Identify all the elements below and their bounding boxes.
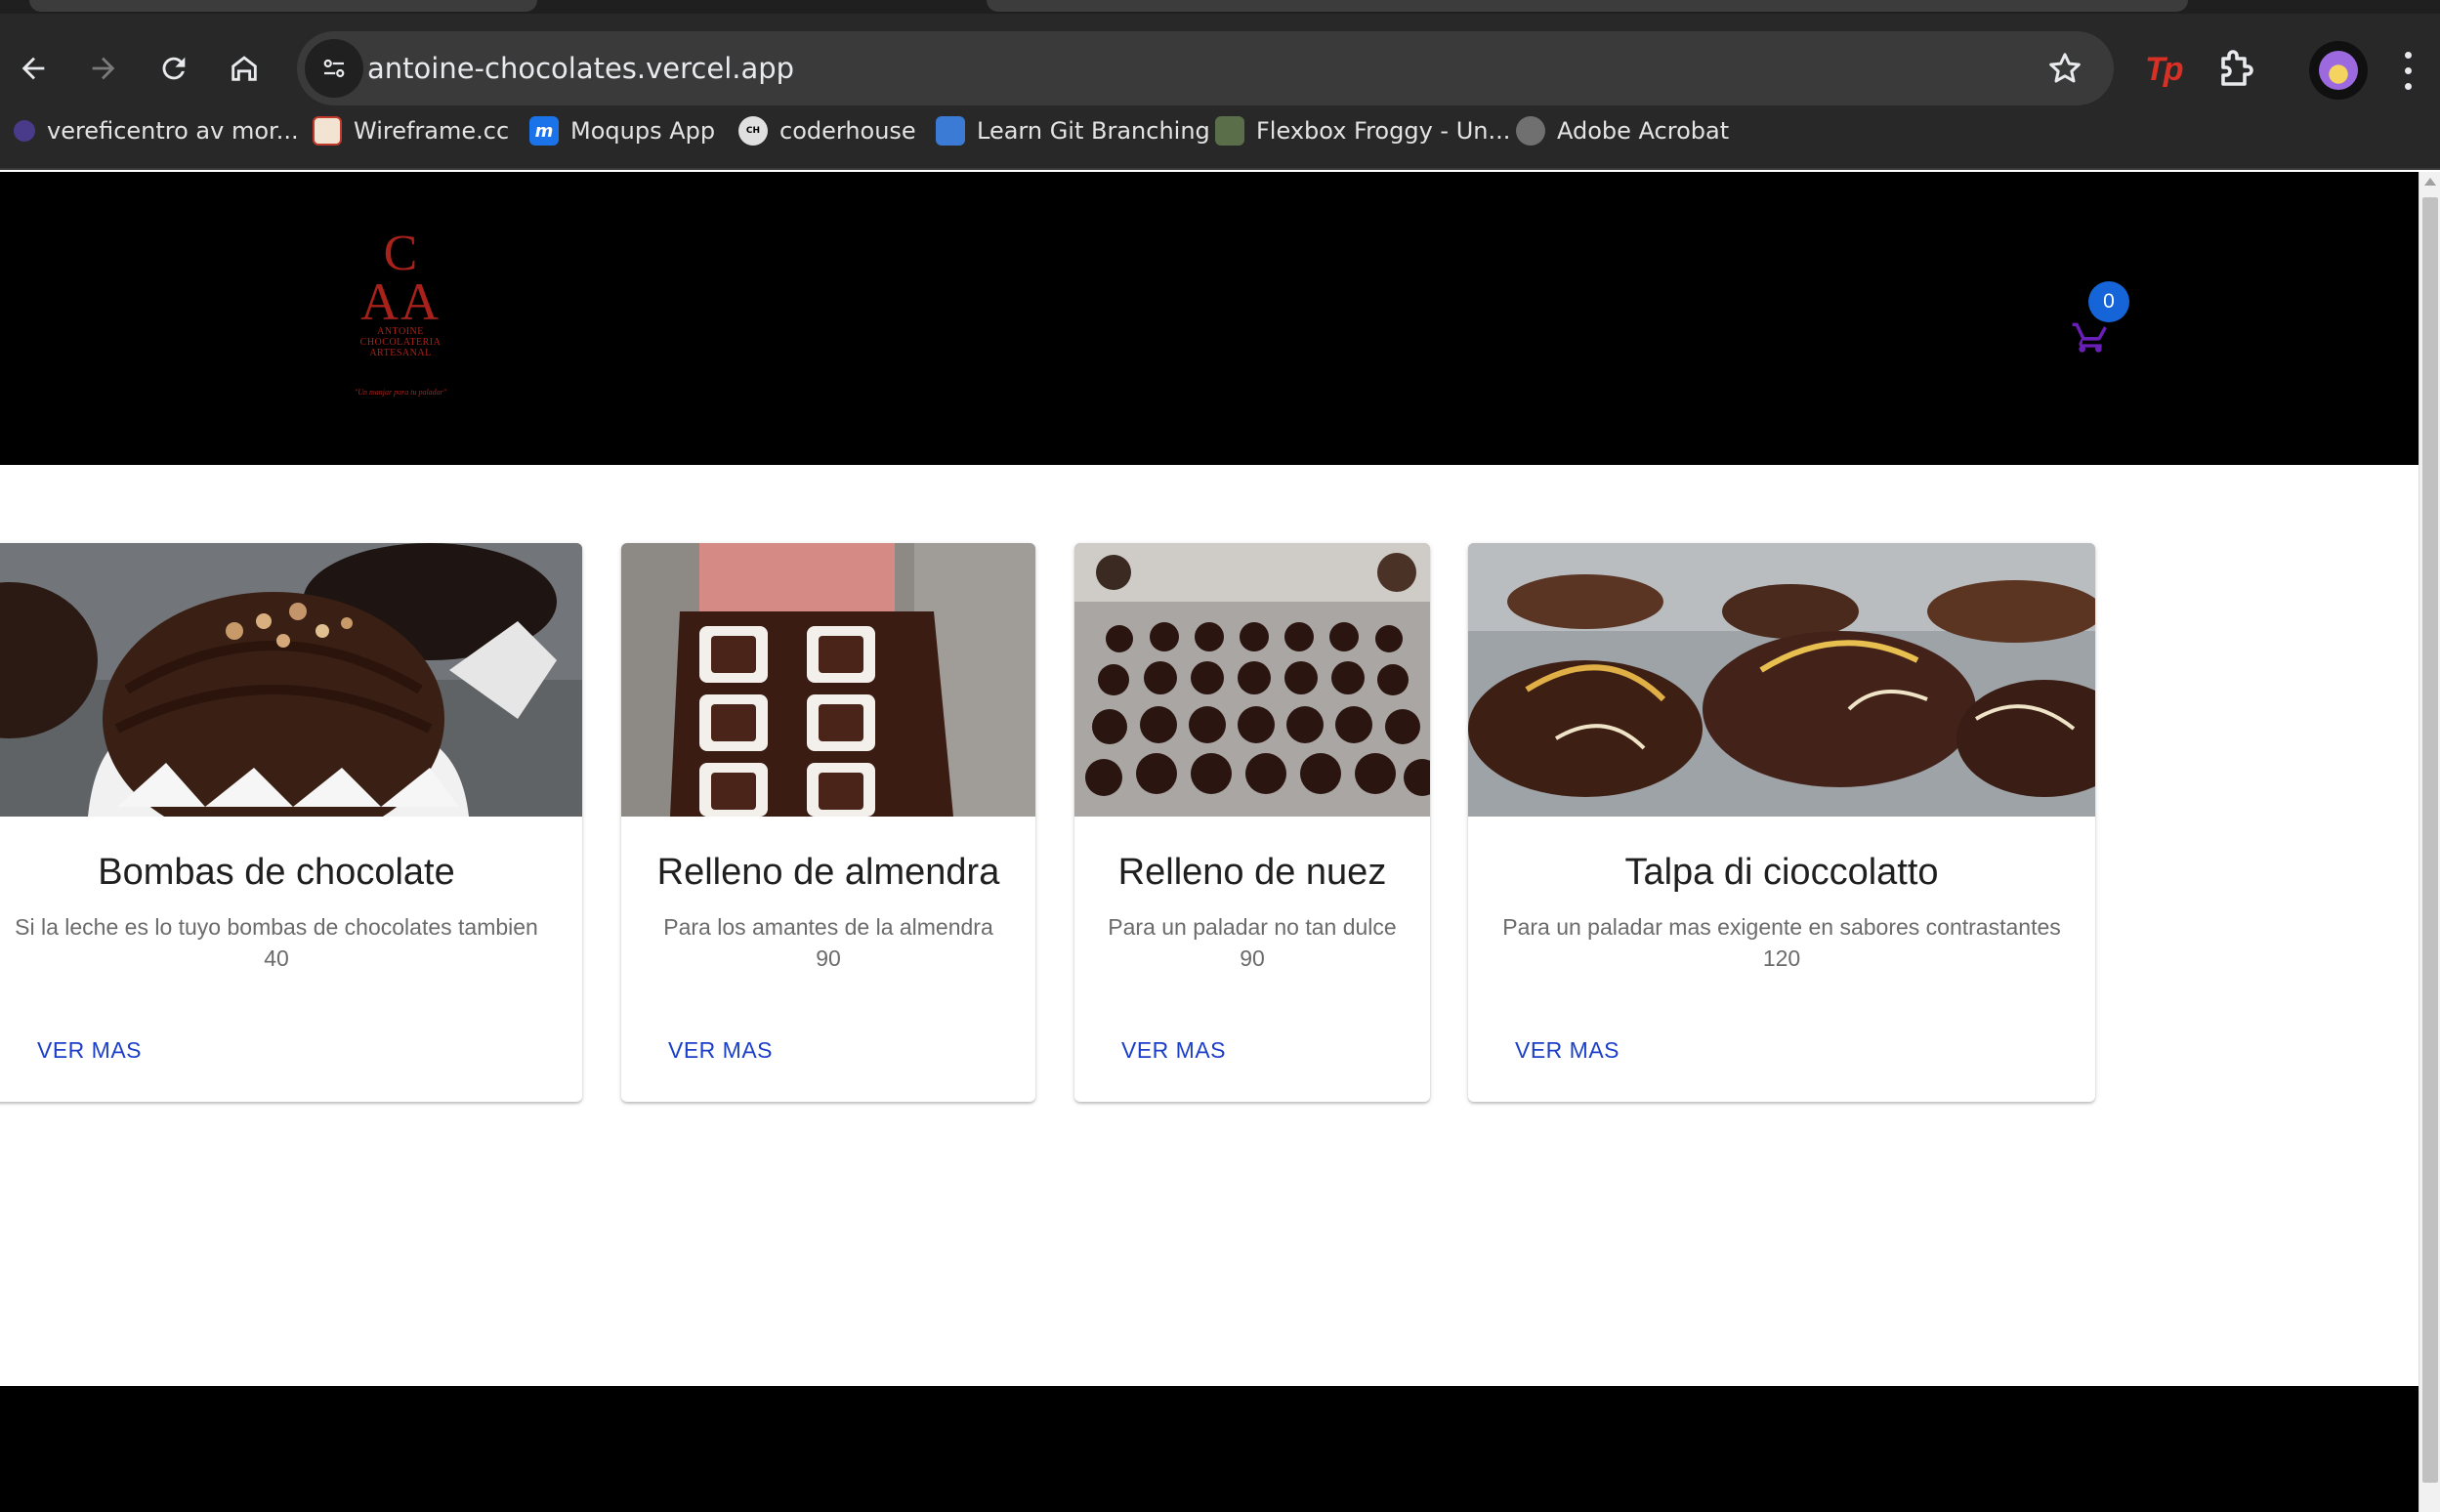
url-text[interactable]: antoine-chocolates.vercel.app	[367, 31, 794, 105]
home-icon	[231, 56, 257, 81]
logo-initial: C	[383, 226, 418, 281]
bookmark-item[interactable]: Flexbox Froggy - Un...	[1215, 105, 1510, 156]
browser-tab[interactable]	[29, 0, 537, 12]
site-header: C AA ANTOINE CHOCOLATERIA ARTESANAL "Un …	[0, 172, 2419, 465]
back-button[interactable]	[6, 41, 61, 96]
browser-tab[interactable]	[987, 0, 2188, 12]
browser-menu-icon[interactable]	[2393, 47, 2422, 94]
ver-mas-button[interactable]: VER MAS	[1503, 1029, 1631, 1071]
forward-button[interactable]	[76, 41, 131, 96]
product-title: Relleno de nuez	[1117, 852, 1387, 893]
bookmark-label: coderhouse	[779, 117, 916, 145]
product-title: Relleno de almendra	[656, 852, 1000, 893]
ver-mas-button[interactable]: VER MAS	[656, 1029, 784, 1071]
cart-icon	[2072, 322, 2107, 353]
nav-link-semi-amargo[interactable]: semi-amargo	[0, 172, 91, 189]
reload-button[interactable]	[147, 41, 201, 96]
bookmark-item[interactable]: Adobe Acrobat	[1516, 105, 1729, 156]
walnut-bonbons-image	[1074, 543, 1430, 817]
logo-tagline: "Un manjar para tu paladar"	[354, 388, 447, 397]
brand-logo[interactable]: C AA ANTOINE CHOCOLATERIA ARTESANAL "Un …	[332, 226, 469, 406]
back-arrow-icon	[21, 57, 45, 80]
bookmark-item[interactable]: vereficentro av mor...	[14, 105, 299, 156]
site-favicon-icon	[14, 120, 35, 142]
bookmark-label: Adobe Acrobat	[1557, 117, 1730, 145]
coderhouse-favicon-icon: CH	[738, 116, 768, 146]
home-button[interactable]	[217, 41, 272, 96]
bookmark-label: Learn Git Branching	[977, 117, 1210, 145]
bookmark-item[interactable]: CH coderhouse	[738, 105, 916, 156]
globe-favicon-icon	[1516, 116, 1545, 146]
forward-arrow-icon	[92, 57, 115, 80]
bookmark-label: Wireframe.cc	[354, 117, 510, 145]
product-description: Para los amantes de la almendra	[663, 914, 993, 940]
talpa-clusters-image	[1468, 543, 2095, 817]
main-nav: semi-amargo Especialidades	[0, 172, 2419, 189]
site-footer	[0, 1386, 2419, 1512]
product-price: 40	[264, 945, 289, 971]
product-description: Para un paladar no tan dulce	[1108, 914, 1397, 940]
tp-extension-icon[interactable]: Tp	[2145, 51, 2184, 89]
git-favicon-icon	[936, 116, 965, 146]
nav-link-especialidades[interactable]: Especialidades	[96, 172, 201, 189]
product-image	[621, 543, 1035, 817]
product-title: Bombas de chocolate	[98, 852, 455, 893]
bookmark-item[interactable]: Wireframe.cc	[313, 105, 509, 156]
bookmark-label: vereficentro av mor...	[47, 117, 299, 145]
tune-icon	[323, 59, 345, 78]
browser-toolbar: antoine-chocolates.vercel.app Tp	[0, 14, 2440, 105]
scrollbar-thumb[interactable]	[2422, 197, 2438, 1483]
product-price: 90	[816, 945, 841, 971]
product-description: Si la leche es lo tuyo bombas de chocola…	[15, 914, 538, 940]
ver-mas-button[interactable]: VER MAS	[1110, 1029, 1238, 1071]
product-card: Relleno de nuez Para un paladar no tan d…	[1074, 543, 1430, 1102]
frog-favicon-icon	[1215, 116, 1244, 146]
ver-mas-button[interactable]: VER MAS	[25, 1029, 153, 1071]
page-viewport: C AA ANTOINE CHOCOLATERIA ARTESANAL "Un …	[0, 172, 2419, 1512]
product-price: 90	[1240, 945, 1265, 971]
bookmark-star-icon[interactable]	[2045, 49, 2084, 88]
product-title: Talpa di cioccolatto	[1624, 852, 1939, 893]
cart-count-badge: 0	[2088, 281, 2129, 322]
bookmark-label: Flexbox Froggy - Un...	[1256, 117, 1511, 145]
tab-strip	[0, 0, 2440, 14]
page-scrollbar[interactable]	[2419, 172, 2440, 1512]
product-card: Bombas de chocolate Si la leche es lo tu…	[0, 543, 582, 1102]
wireframe-favicon-icon	[313, 116, 342, 146]
logo-name: ANTOINE	[377, 326, 424, 337]
chocolate-bomb-image	[0, 543, 582, 817]
logo-monogram: AA	[360, 273, 441, 331]
almond-box-image	[621, 543, 1035, 817]
product-card: Relleno de almendra Para los amantes de …	[621, 543, 1035, 1102]
avatar-image	[2319, 51, 2358, 90]
product-card: Talpa di cioccolatto Para un paladar mas…	[1468, 543, 2095, 1102]
product-price: 120	[1762, 945, 1801, 971]
product-image	[1074, 543, 1430, 817]
bookmark-label: Moqups App	[570, 117, 716, 145]
extensions-puzzle-icon[interactable]	[2211, 47, 2258, 94]
site-info-button[interactable]	[305, 39, 363, 98]
bookmark-item[interactable]: m Moqups App	[529, 105, 715, 156]
product-description: Para un paladar mas exigente en sabores …	[1502, 914, 2061, 940]
product-image	[1468, 543, 2095, 817]
scroll-up-arrow-icon[interactable]	[2424, 178, 2436, 186]
address-bar[interactable]: antoine-chocolates.vercel.app	[297, 31, 2114, 105]
moqups-favicon-icon: m	[529, 116, 559, 146]
logo-subtitle: CHOCOLATERIA ARTESANAL	[359, 337, 442, 358]
profile-avatar[interactable]	[2309, 41, 2368, 100]
bookmark-item[interactable]: Learn Git Branching	[936, 105, 1210, 156]
product-image	[0, 543, 582, 817]
reload-icon	[162, 57, 186, 80]
